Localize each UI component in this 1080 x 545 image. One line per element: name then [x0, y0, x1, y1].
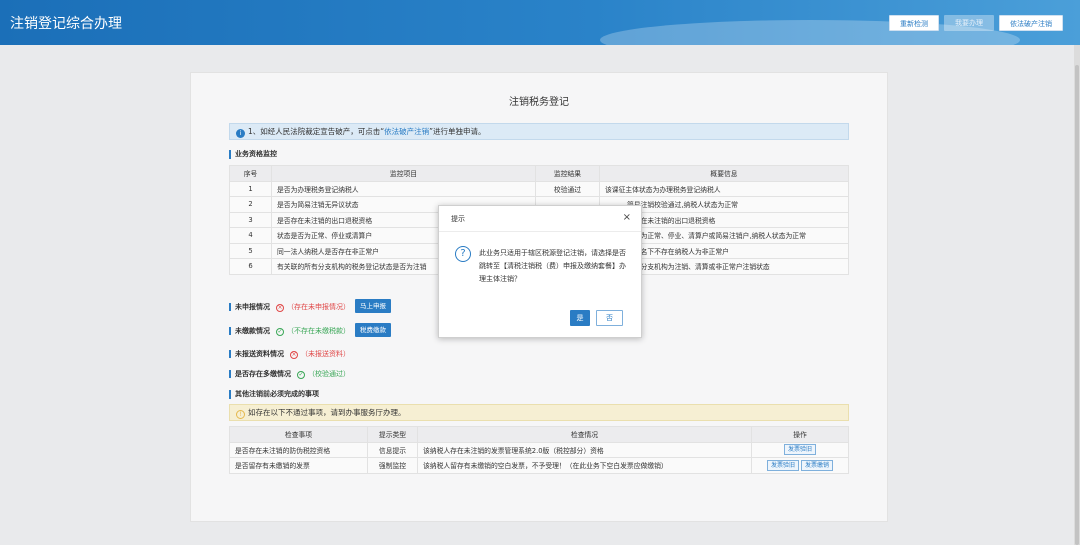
col-result: 监控结果 [535, 165, 600, 182]
cell-check-item: 是否存在未注销的防伪税控资格 [229, 441, 368, 458]
table-header-row: 序号 监控项目 监控结果 概要信息 [229, 165, 849, 182]
col-item: 监控项目 [271, 165, 536, 182]
warning-bar: ! 如存在以下不通过事项，请到办事服务厅办理。 [229, 404, 849, 421]
status-text: （校验通过） [308, 370, 350, 378]
invoice-check-button[interactable]: 发票验旧 [766, 459, 799, 471]
cross-icon: × [276, 304, 284, 312]
handle-button[interactable]: 我要办理 [944, 15, 994, 31]
cell-index: 5 [229, 242, 272, 259]
bankruptcy-link[interactable]: 依法破产注销 [384, 127, 429, 136]
notice-bar: i 1、如经人民法院裁定宣告破产，可点击“依法破产注销”进行单独申请。 [229, 123, 849, 140]
status-label: 未缴款情况 [229, 327, 270, 335]
status-text: （未报送资料） [301, 350, 350, 358]
col-ops: 操作 [751, 426, 849, 443]
check-icon: ✓ [297, 371, 305, 379]
check-icon: ✓ [276, 328, 284, 336]
warning-text: 如存在以下不通过事项，请到办事服务厅办理。 [248, 408, 406, 417]
cell-index: 4 [229, 227, 272, 244]
col-index: 序号 [229, 165, 272, 182]
cell-item: 是否为办理税务登记纳税人 [271, 180, 536, 197]
dialog-divider [439, 231, 641, 232]
business-section-title: 业务资格监控 [229, 150, 277, 159]
cell-detail: 该纳税人存在未注销的发票管理系统2.0版（税控部分）资格 [417, 441, 752, 458]
cell-type: 信息提示 [367, 441, 418, 458]
col-summary: 概要信息 [599, 165, 849, 182]
status-label: 未报送资料情况 [229, 350, 284, 358]
cell-index: 1 [229, 180, 272, 197]
cell-ops: 发票验旧 发票缴销 [751, 457, 849, 474]
cell-index: 6 [229, 258, 272, 275]
other-section-title: 其他注销前必须完成的事项 [229, 390, 319, 399]
tax-payment-button[interactable]: 税费缴款 [355, 323, 391, 337]
cell-detail: 该纳税人留存有未缴销的空白发票，不予受理！（在此业务下空白发票应做缴销） [417, 457, 752, 474]
notice-prefix: 1、如经人民法院裁定宣告破产，可点击“ [248, 127, 385, 136]
dialog-title: 提示 [451, 215, 465, 223]
col-check-item: 检查事项 [229, 426, 368, 443]
cell-check-item: 是否留存有未缴销的发票 [229, 457, 368, 474]
close-icon[interactable]: × [623, 212, 631, 223]
no-button[interactable]: 否 [596, 310, 623, 326]
bankruptcy-cancel-button[interactable]: 依法破产注销 [999, 15, 1063, 31]
dialog-message: 此业务只适用于辖区税源登记注销，请选择是否跳转至【清税注销税（费）申报及缴纳套餐… [479, 249, 626, 283]
declare-now-button[interactable]: 马上申报 [355, 299, 391, 313]
cell-ops: 发票验旧 [751, 441, 849, 458]
table-row: 1 是否为办理税务登记纳税人 校验通过 该课征主体状态为办理税务登记纳税人 [229, 180, 849, 197]
info-icon: i [236, 129, 245, 138]
invoice-check-button[interactable]: 发票验旧 [783, 444, 816, 456]
cell-index: 3 [229, 211, 272, 228]
notice-suffix: ”进行单独申请。 [429, 127, 486, 136]
warning-icon: ! [236, 410, 245, 419]
cross-icon: × [290, 351, 298, 359]
table-header-row: 检查事项 提示类型 检查情况 操作 [229, 426, 849, 443]
status-text: （存在未申报情况） [287, 303, 350, 311]
page-title: 注销税务登记 [509, 97, 569, 108]
status-overpaid: 是否存在多缴情况 ✓ （校验通过） [229, 366, 350, 382]
status-text: （不存在未缴税款） [287, 327, 350, 335]
cell-summary: 该课征主体状态为办理税务登记纳税人 [599, 180, 849, 197]
col-detail: 检查情况 [417, 426, 752, 443]
status-label: 未申报情况 [229, 303, 270, 311]
status-label: 是否存在多缴情况 [229, 370, 291, 378]
page-scrollbar[interactable] [1074, 45, 1080, 545]
status-unpaid: 未缴款情况 ✓ （不存在未缴税款） 税费缴款 [229, 323, 391, 339]
invoice-cancel-button[interactable]: 发票缴销 [801, 459, 834, 471]
app-title: 注销登记综合办理 [10, 16, 122, 32]
yes-button[interactable]: 是 [570, 310, 590, 326]
cell-result: 校验通过 [535, 180, 600, 197]
cell-index: 2 [229, 196, 272, 213]
cell-type: 强制监控 [367, 457, 418, 474]
status-unsubmitted: 未报送资料情况 × （未报送资料） [229, 346, 350, 362]
table-row: 是否留存有未缴销的发票 强制监控 该纳税人留存有未缴销的空白发票，不予受理！（在… [229, 457, 849, 474]
table-row: 是否存在未注销的防伪税控资格 信息提示 该纳税人存在未注销的发票管理系统2.0版… [229, 441, 849, 458]
question-icon: ? [455, 246, 471, 262]
confirm-dialog: 提示 × ? 此业务只适用于辖区税源登记注销，请选择是否跳转至【清税注销税（费）… [438, 205, 642, 338]
status-undeclared: 未申报情况 × （存在未申报情况） 马上申报 [229, 299, 391, 315]
check-table: 检查事项 提示类型 检查情况 操作 是否存在未注销的防伪税控资格 信息提示 该纳… [229, 426, 849, 474]
scrollbar-thumb[interactable] [1075, 65, 1079, 545]
app-header: 注销登记综合办理 重新检测 我要办理 依法破产注销 [0, 0, 1080, 45]
col-type: 提示类型 [367, 426, 418, 443]
recheck-button[interactable]: 重新检测 [889, 15, 939, 31]
